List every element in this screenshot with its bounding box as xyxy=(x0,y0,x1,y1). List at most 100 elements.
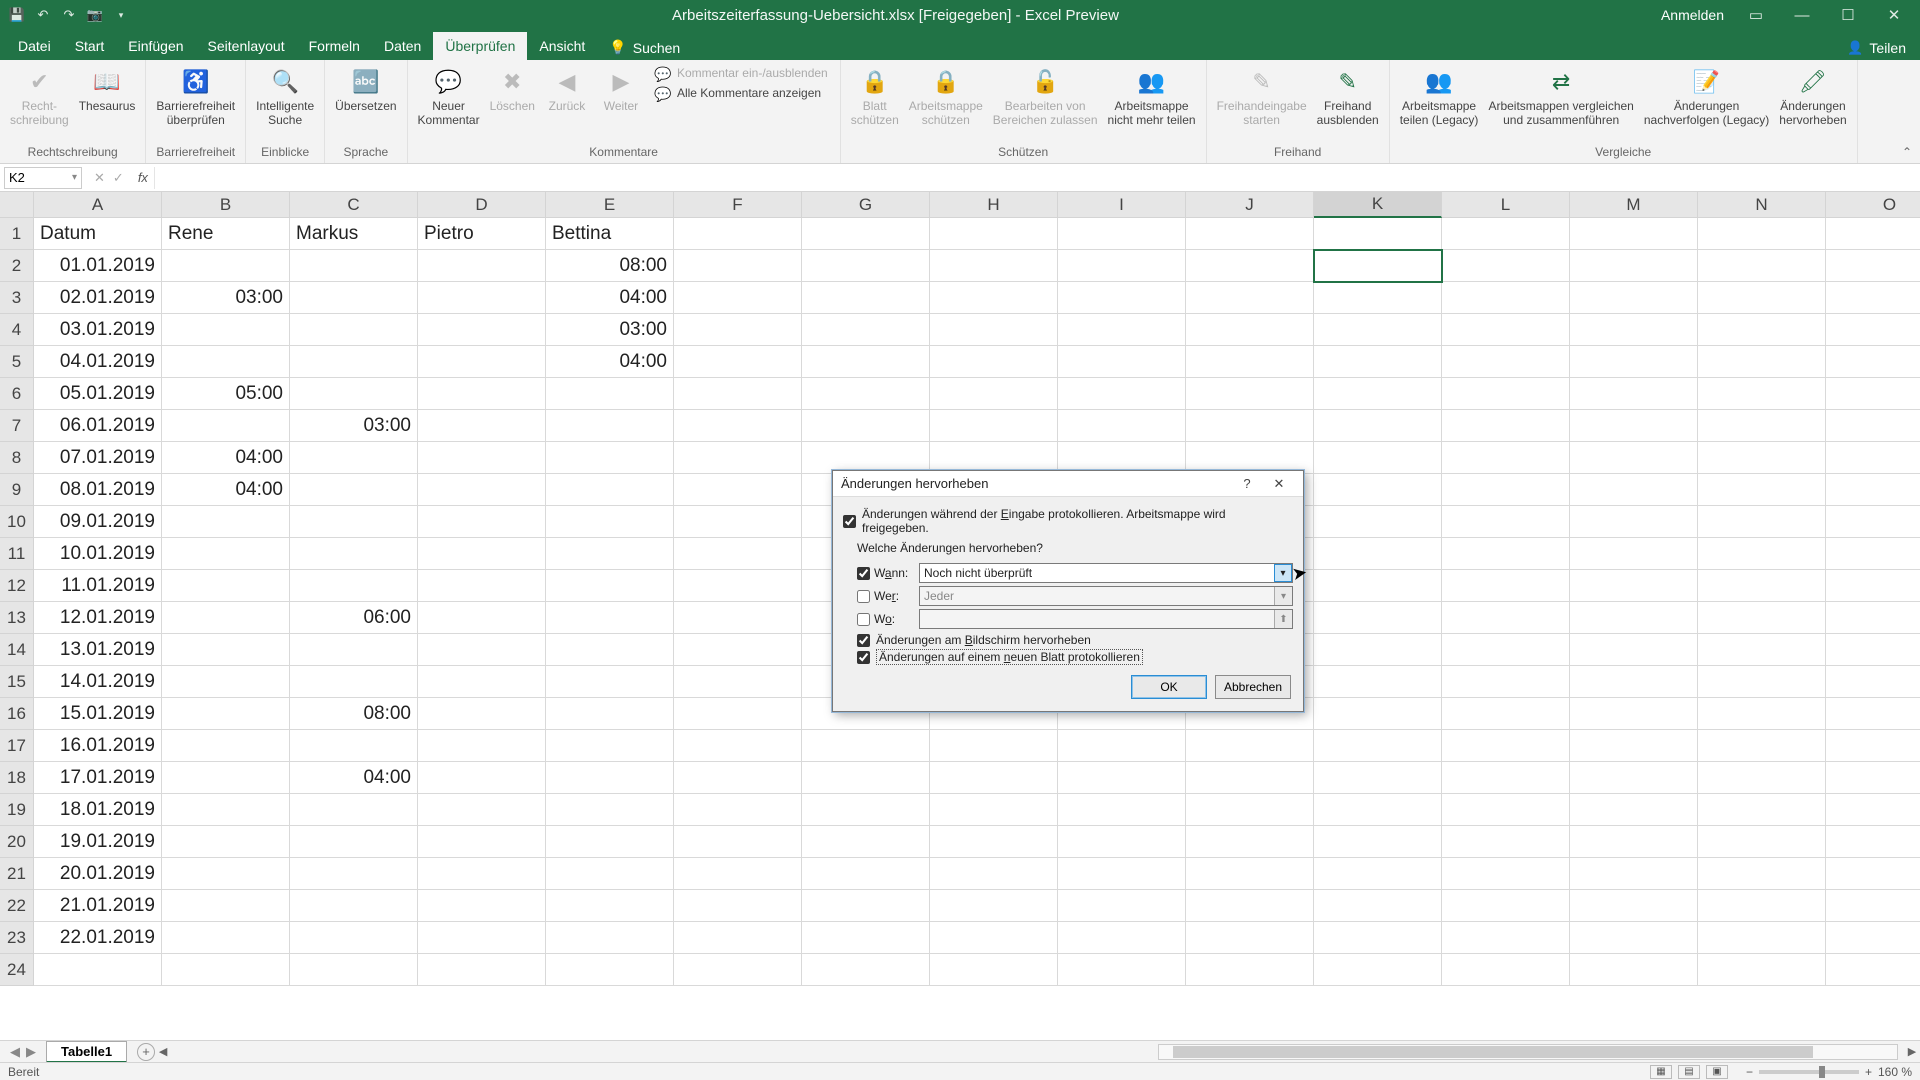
cell[interactable] xyxy=(1442,282,1570,314)
track-changes-input[interactable] xyxy=(843,515,856,528)
row-header[interactable]: 16 xyxy=(0,698,34,730)
cell[interactable] xyxy=(1826,442,1920,474)
column-header[interactable]: K xyxy=(1314,192,1442,218)
cell[interactable] xyxy=(1570,250,1698,282)
cell[interactable] xyxy=(418,410,546,442)
select-all-corner[interactable] xyxy=(0,192,34,218)
cell[interactable] xyxy=(1570,378,1698,410)
cell[interactable] xyxy=(546,570,674,602)
cell[interactable] xyxy=(1314,858,1442,890)
column-header[interactable]: E xyxy=(546,192,674,218)
cell[interactable] xyxy=(1314,250,1442,282)
cell[interactable] xyxy=(1058,762,1186,794)
cell[interactable]: 03:00 xyxy=(546,314,674,346)
cell[interactable] xyxy=(418,570,546,602)
cell[interactable] xyxy=(546,954,674,986)
cell[interactable] xyxy=(802,730,930,762)
cell[interactable] xyxy=(1570,954,1698,986)
view-normal-icon[interactable]: ▦ xyxy=(1650,1065,1672,1079)
cell[interactable] xyxy=(1442,506,1570,538)
cell[interactable] xyxy=(802,954,930,986)
ribbon-display-icon[interactable]: ▭ xyxy=(1742,1,1770,29)
cell[interactable]: 07.01.2019 xyxy=(34,442,162,474)
cell[interactable] xyxy=(1826,250,1920,282)
cell[interactable] xyxy=(418,378,546,410)
cell[interactable] xyxy=(930,282,1058,314)
cell[interactable] xyxy=(674,762,802,794)
cell[interactable] xyxy=(1570,666,1698,698)
cell[interactable] xyxy=(162,570,290,602)
cell[interactable] xyxy=(1314,314,1442,346)
tab-ansicht[interactable]: Ansicht xyxy=(527,32,597,60)
cell[interactable] xyxy=(162,826,290,858)
save-icon[interactable]: 💾 xyxy=(8,6,26,24)
cell[interactable] xyxy=(1442,666,1570,698)
share-button[interactable]: Teilen xyxy=(1869,40,1906,56)
cell[interactable] xyxy=(1698,218,1826,250)
cell[interactable]: 03:00 xyxy=(162,282,290,314)
close-icon[interactable]: ✕ xyxy=(1880,1,1908,29)
cell[interactable] xyxy=(1314,794,1442,826)
track-changes-checkbox[interactable]: Änderungen während der Eingabe protokoll… xyxy=(843,507,1293,535)
cell[interactable] xyxy=(1058,346,1186,378)
cell[interactable] xyxy=(546,506,674,538)
cell[interactable] xyxy=(1570,730,1698,762)
row-header[interactable]: 8 xyxy=(0,442,34,474)
cell[interactable] xyxy=(1570,314,1698,346)
cell[interactable] xyxy=(1314,218,1442,250)
cell[interactable] xyxy=(674,826,802,858)
cell[interactable] xyxy=(802,762,930,794)
cell[interactable]: Markus xyxy=(290,218,418,250)
cell[interactable] xyxy=(546,698,674,730)
minimize-icon[interactable]: — xyxy=(1788,1,1816,29)
cell[interactable] xyxy=(1442,634,1570,666)
cell[interactable]: 10.01.2019 xyxy=(34,538,162,570)
cell[interactable] xyxy=(1570,410,1698,442)
thesaurus-button[interactable]: 📖Thesaurus xyxy=(75,64,140,143)
cell[interactable]: 16.01.2019 xyxy=(34,730,162,762)
hscroll-right-icon[interactable]: ▶ xyxy=(1904,1045,1920,1058)
cell[interactable] xyxy=(930,922,1058,954)
cell[interactable]: 03.01.2019 xyxy=(34,314,162,346)
cell[interactable] xyxy=(290,794,418,826)
cell[interactable] xyxy=(1698,698,1826,730)
cell[interactable] xyxy=(162,634,290,666)
dialog-titlebar[interactable]: Änderungen hervorheben ? ✕ xyxy=(833,471,1303,497)
cell[interactable] xyxy=(930,250,1058,282)
screen-highlight-checkbox[interactable] xyxy=(857,634,870,647)
cell[interactable] xyxy=(1570,442,1698,474)
cell[interactable] xyxy=(802,282,930,314)
cell[interactable] xyxy=(674,570,802,602)
cell[interactable]: 08:00 xyxy=(546,250,674,282)
cell[interactable]: 20.01.2019 xyxy=(34,858,162,890)
wo-range-input[interactable]: ⬆ xyxy=(919,609,1293,629)
cell[interactable] xyxy=(1058,858,1186,890)
cell[interactable]: 04:00 xyxy=(162,442,290,474)
cell[interactable] xyxy=(290,666,418,698)
cell[interactable] xyxy=(930,410,1058,442)
cell[interactable] xyxy=(1314,346,1442,378)
horizontal-scrollbar[interactable] xyxy=(1158,1044,1898,1060)
cell[interactable] xyxy=(1058,410,1186,442)
mappe-teilen-button[interactable]: 👥Arbeitsmappeteilen (Legacy) xyxy=(1396,64,1483,143)
tell-me-search[interactable]: 💡 Suchen xyxy=(597,35,692,60)
cell[interactable]: 04:00 xyxy=(546,346,674,378)
cell[interactable] xyxy=(290,858,418,890)
cell[interactable] xyxy=(290,954,418,986)
row-header[interactable]: 14 xyxy=(0,634,34,666)
tab-datei[interactable]: Datei xyxy=(6,32,63,60)
ok-button[interactable]: OK xyxy=(1131,675,1207,699)
cell[interactable] xyxy=(1570,826,1698,858)
cell[interactable] xyxy=(1698,922,1826,954)
cell[interactable] xyxy=(1442,218,1570,250)
cell[interactable] xyxy=(546,378,674,410)
cell[interactable]: 13.01.2019 xyxy=(34,634,162,666)
column-header[interactable]: O xyxy=(1826,192,1920,218)
cell[interactable] xyxy=(674,794,802,826)
cell[interactable] xyxy=(930,378,1058,410)
cell[interactable] xyxy=(1314,890,1442,922)
cancel-button[interactable]: Abbrechen xyxy=(1215,675,1291,699)
cell[interactable]: 08.01.2019 xyxy=(34,474,162,506)
cell[interactable] xyxy=(1826,538,1920,570)
cell[interactable]: Bettina xyxy=(546,218,674,250)
